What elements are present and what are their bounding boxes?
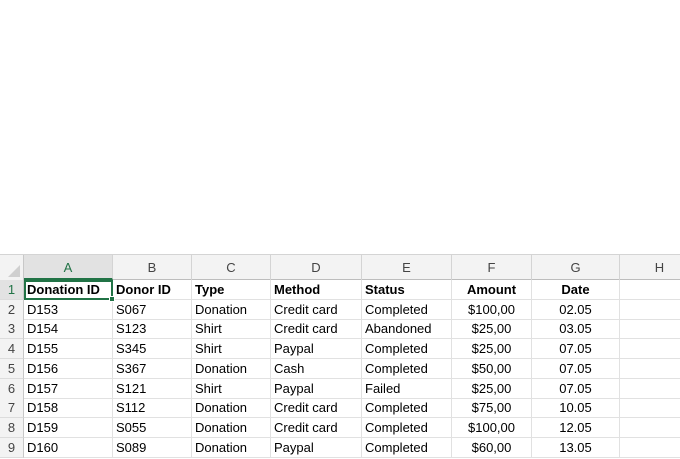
cell-e1[interactable]: Status [362,280,452,300]
cell-b6[interactable]: S121 [113,378,192,399]
column-header-d[interactable]: D [271,255,362,280]
column-header-f[interactable]: F [452,255,532,280]
cell-b9[interactable]: S089 [113,437,192,458]
cell-f7[interactable]: $75,00 [452,398,532,419]
cell-h1[interactable] [620,280,680,300]
cell-a3[interactable]: D154 [24,319,113,340]
cell-b5[interactable]: S367 [113,358,192,379]
column-header-b[interactable]: B [113,255,192,280]
cell-a7[interactable]: D158 [24,398,113,419]
row-header-3[interactable]: 3 [0,319,24,340]
cell-d6[interactable]: Paypal [271,378,362,399]
column-header-c[interactable]: C [192,255,271,280]
column-header-h[interactable]: H [620,255,680,280]
cell-d8[interactable]: Credit card [271,417,362,438]
cell-a8[interactable]: D159 [24,417,113,438]
spreadsheet-window: ABCDEFGH 123456789 Donation ID Donor ID Ty… [0,0,680,459]
cell-d9[interactable]: Paypal [271,437,362,458]
cell-h2[interactable] [620,300,680,320]
cell-e5[interactable]: Completed [362,358,452,379]
row-header-1[interactable]: 1 [0,280,24,300]
column-header-g[interactable]: G [532,255,620,280]
cell-d4[interactable]: Paypal [271,339,362,360]
cell-e6[interactable]: Failed [362,378,452,399]
cell-g8[interactable]: 12.05 [532,417,620,438]
cell-b1[interactable]: Donor ID [113,280,192,300]
cell-h8[interactable] [620,418,680,438]
cell-h9[interactable] [620,438,680,458]
cell-a2[interactable]: D153 [24,299,113,320]
row-header-8[interactable]: 8 [0,417,24,438]
cell-c5[interactable]: Donation [192,358,271,379]
cell-f8[interactable]: $100,00 [452,417,532,438]
fill-handle[interactable] [109,296,115,302]
cell-b4[interactable]: S345 [113,339,192,360]
cell-e4[interactable]: Completed [362,339,452,360]
cell-d1[interactable]: Method [271,280,362,300]
cell-f2[interactable]: $100,00 [452,299,532,320]
cell-f3[interactable]: $25,00 [452,319,532,340]
cell-f5[interactable]: $50,00 [452,358,532,379]
row-header-2[interactable]: 2 [0,299,24,320]
cell-f9[interactable]: $60,00 [452,437,532,458]
cell-f4[interactable]: $25,00 [452,339,532,360]
cell-a5[interactable]: D156 [24,358,113,379]
cell-c9[interactable]: Donation [192,437,271,458]
column-header-e[interactable]: E [362,255,452,280]
cell-g6[interactable]: 07.05 [532,378,620,399]
row-header-4[interactable]: 4 [0,339,24,360]
row-header-9[interactable]: 9 [0,437,24,458]
cell-a1[interactable]: Donation ID [24,280,113,300]
cell-e8[interactable]: Completed [362,417,452,438]
select-all-corner[interactable] [0,255,24,280]
cell-b8[interactable]: S055 [113,417,192,438]
cell-g7[interactable]: 10.05 [532,398,620,419]
cell-g2[interactable]: 02.05 [532,299,620,320]
cell-d5[interactable]: Cash [271,358,362,379]
column-header-a[interactable]: A [24,255,113,280]
spreadsheet-grid: ABCDEFGH 123456789 Donation ID Donor ID Ty… [0,254,680,459]
cell-h6[interactable] [620,379,680,399]
cell-c6[interactable]: Shirt [192,378,271,399]
cell-e9[interactable]: Completed [362,437,452,458]
cell-a6[interactable]: D157 [24,378,113,399]
cell-h4[interactable] [620,339,680,360]
cell-f1[interactable]: Amount [452,280,532,300]
row-header-7[interactable]: 7 [0,398,24,419]
cell-g3[interactable]: 03.05 [532,319,620,340]
cell-f6[interactable]: $25,00 [452,378,532,399]
cell-g9[interactable]: 13.05 [532,437,620,458]
cell-b2[interactable]: S067 [113,299,192,320]
select-all-icon [8,265,20,277]
cell-g5[interactable]: 07.05 [532,358,620,379]
row-header-5[interactable]: 5 [0,358,24,379]
cell-h5[interactable] [620,359,680,379]
cell-a9[interactable]: D160 [24,437,113,458]
cell-b3[interactable]: S123 [113,319,192,340]
cell-h7[interactable] [620,398,680,419]
cell-c8[interactable]: Donation [192,417,271,438]
cell-c3[interactable]: Shirt [192,319,271,340]
cell-c2[interactable]: Donation [192,299,271,320]
row-header-6[interactable]: 6 [0,378,24,399]
cell-g1[interactable]: Date [532,280,620,300]
cell-g4[interactable]: 07.05 [532,339,620,360]
cell-a4[interactable]: D155 [24,339,113,360]
cell-e3[interactable]: Abandoned [362,319,452,340]
cell-h3[interactable] [620,319,680,340]
cell-c4[interactable]: Shirt [192,339,271,360]
cell-c1[interactable]: Type [192,280,271,300]
cell-c7[interactable]: Donation [192,398,271,419]
cell-d2[interactable]: Credit card [271,299,362,320]
cell-d7[interactable]: Credit card [271,398,362,419]
cell-d3[interactable]: Credit card [271,319,362,340]
cell-e7[interactable]: Completed [362,398,452,419]
column-header-row: ABCDEFGH [0,254,680,280]
cell-b7[interactable]: S112 [113,398,192,419]
cell-e2[interactable]: Completed [362,299,452,320]
